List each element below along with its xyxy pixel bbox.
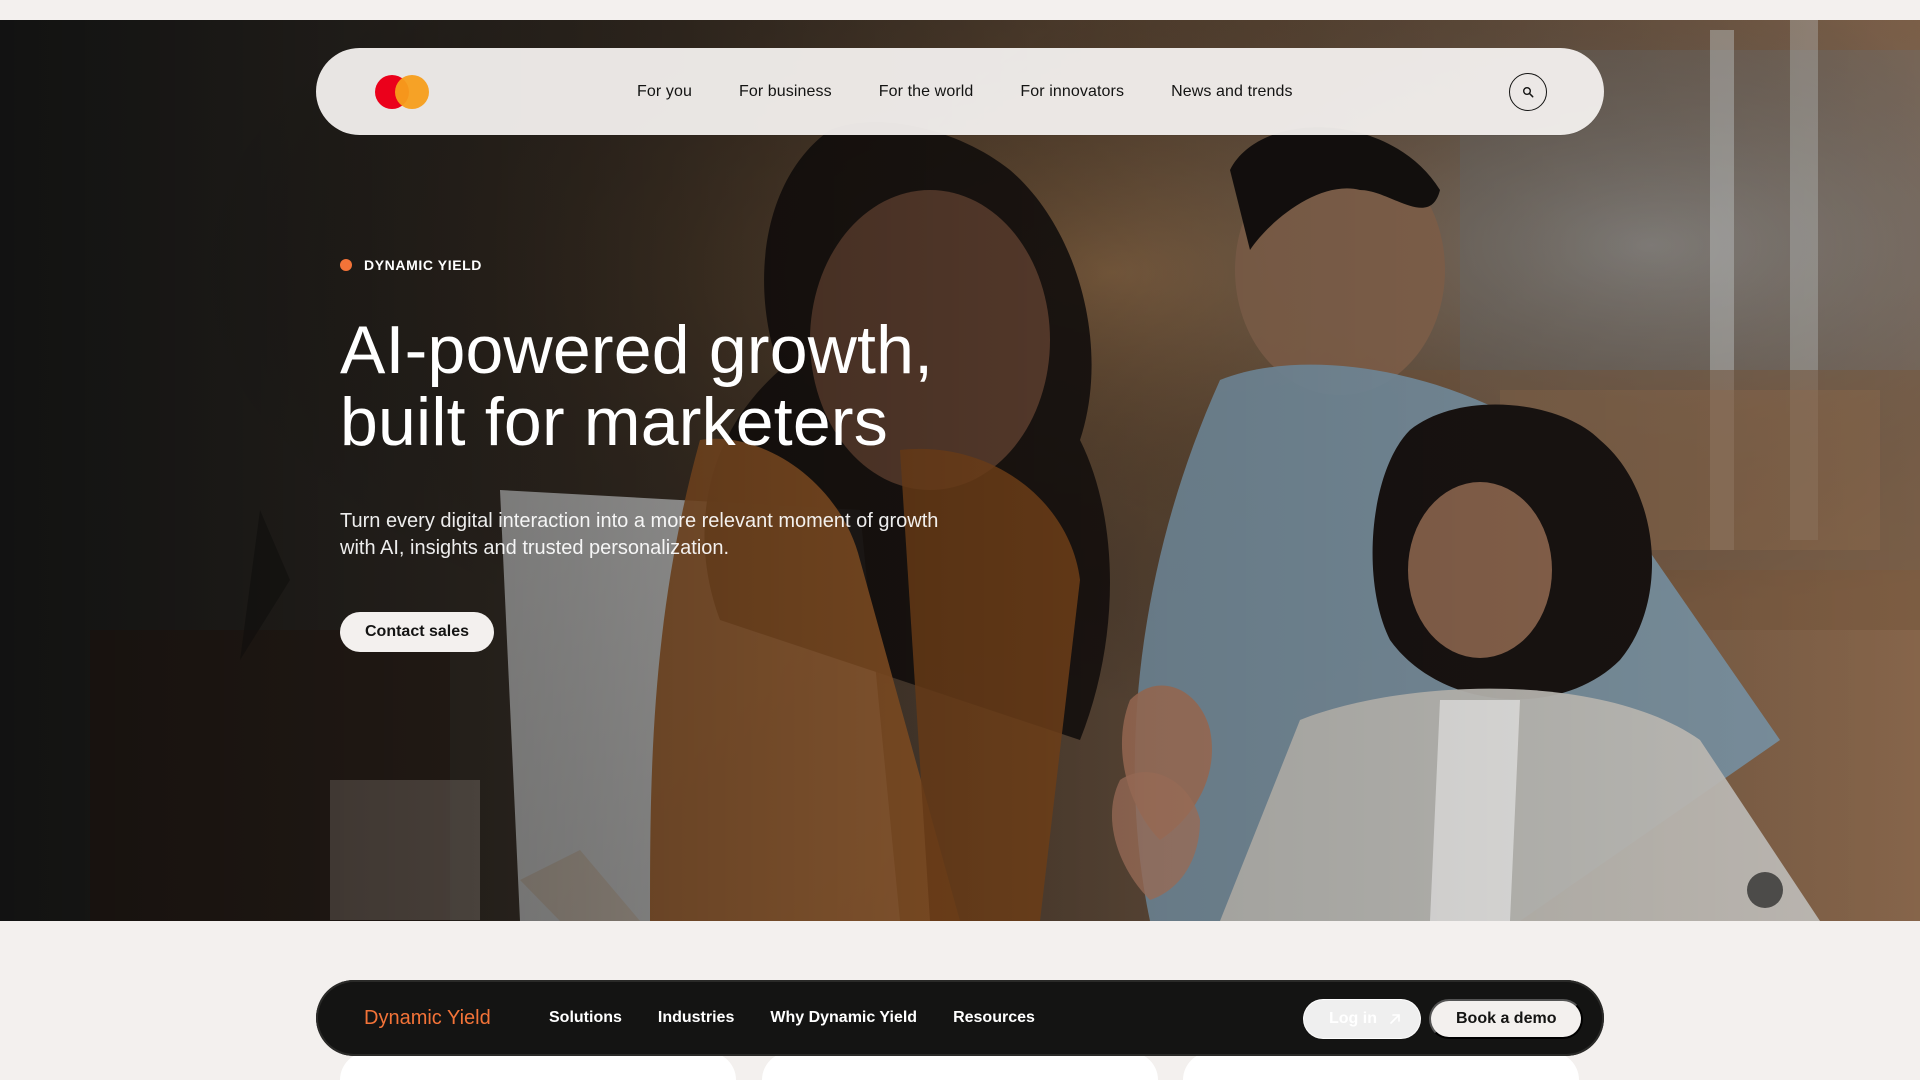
- content-card-2: [762, 1052, 1158, 1080]
- hero-eyebrow-text: DYNAMIC YIELD: [364, 257, 482, 273]
- mastercard-yellow-circle: [395, 75, 429, 109]
- log-in-label: Log in: [1329, 1010, 1377, 1027]
- subnav-link-why-dynamic-yield[interactable]: Why Dynamic Yield: [770, 1007, 917, 1029]
- top-nav-links: For you For business For the world For i…: [637, 78, 1293, 106]
- nav-link-for-you[interactable]: For you: [637, 83, 692, 101]
- top-nav: For you For business For the world For i…: [316, 48, 1604, 135]
- content-card-3: [1183, 1052, 1579, 1080]
- content-card-1: [340, 1052, 736, 1080]
- hero-title: AI-powered growth, built for marketers: [340, 312, 934, 460]
- page: DYNAMIC YIELD AI-powered growth, built f…: [0, 0, 1920, 1080]
- dynamic-yield-subnav: Dynamic Yield Solutions Industries Why D…: [316, 980, 1604, 1056]
- search-button[interactable]: [1509, 73, 1547, 111]
- hero-section: DYNAMIC YIELD AI-powered growth, built f…: [0, 20, 1920, 921]
- subnav-link-industries[interactable]: Industries: [658, 1007, 734, 1029]
- search-icon: [1523, 87, 1534, 98]
- hero-content: DYNAMIC YIELD AI-powered growth, built f…: [340, 256, 980, 652]
- hero-subtitle: Turn every digital interaction into a mo…: [340, 510, 939, 559]
- dynamic-yield-brand[interactable]: Dynamic Yield: [364, 1006, 491, 1030]
- nav-link-for-the-world[interactable]: For the world: [879, 83, 974, 101]
- subnav-link-solutions[interactable]: Solutions: [549, 1007, 622, 1029]
- contact-sales-button[interactable]: Contact sales: [340, 612, 495, 652]
- nav-link-news-and-trends[interactable]: News and trends: [1171, 83, 1293, 101]
- hero-eyebrow: DYNAMIC YIELD: [340, 256, 980, 274]
- mastercard-logo[interactable]: [375, 75, 433, 109]
- nav-link-for-innovators[interactable]: For innovators: [1020, 83, 1124, 101]
- nav-link-for-business[interactable]: For business: [739, 83, 832, 101]
- log-in-button[interactable]: Log in: [1303, 999, 1421, 1039]
- subnav-link-resources[interactable]: Resources: [953, 1007, 1035, 1029]
- book-a-demo-button[interactable]: Book a demo: [1429, 999, 1584, 1039]
- subnav-links: Solutions Industries Why Dynamic Yield R…: [549, 1007, 1035, 1029]
- eyebrow-dot-icon: [340, 259, 352, 271]
- arrow-up-right-icon: [1390, 1014, 1400, 1024]
